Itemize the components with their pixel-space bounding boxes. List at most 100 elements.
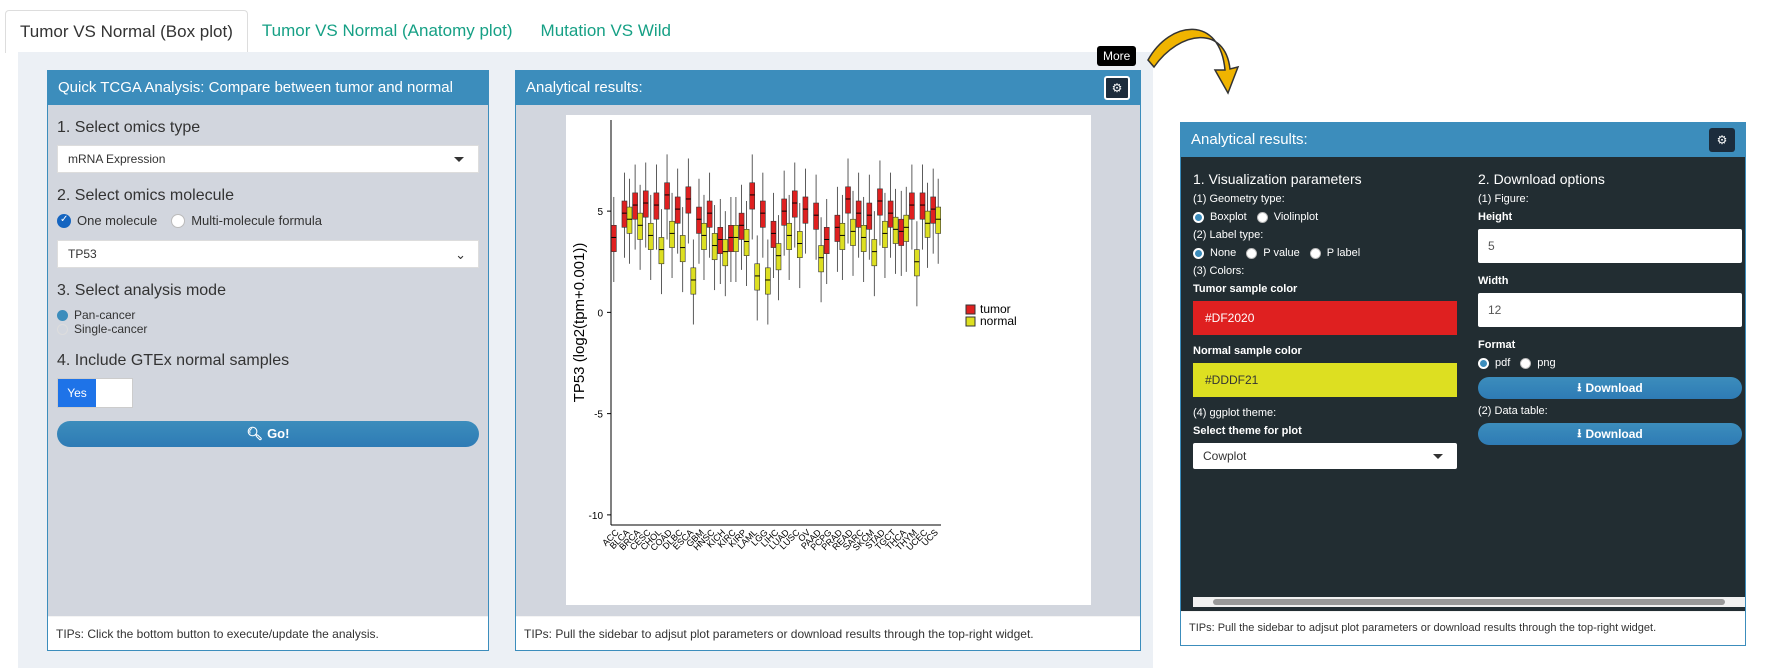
radio-label: pdf xyxy=(1495,357,1511,369)
radio-one-molecule[interactable]: One molecule xyxy=(57,213,157,228)
box-normal xyxy=(860,225,867,252)
gear-icon[interactable]: ⚙ xyxy=(1709,128,1735,152)
radio-label: Violinplot xyxy=(1273,211,1319,223)
results-tip: TIPs: Pull the sidebar to adjsut plot pa… xyxy=(1181,611,1745,645)
tab-mutation[interactable]: Mutation VS Wild xyxy=(527,10,685,53)
box-normal xyxy=(871,239,878,267)
tab-bar: Tumor VS Normal (Box plot) Tumor VS Norm… xyxy=(5,10,685,53)
radio-label: P value xyxy=(1263,247,1300,259)
box-normal xyxy=(669,220,675,248)
input-panel: Quick TCGA Analysis: Compare between tum… xyxy=(47,70,489,651)
box-normal xyxy=(839,222,846,250)
theme-select[interactable]: Cowplot xyxy=(1193,443,1457,469)
radio-single-cancer[interactable]: Single-cancer xyxy=(57,322,147,336)
box-tumor xyxy=(664,182,670,210)
radio-pan-cancer[interactable]: Pan-cancer xyxy=(57,308,135,322)
scrollbar-thumb[interactable] xyxy=(1213,599,1725,605)
normal-color-label: Normal sample color xyxy=(1193,345,1302,357)
box-normal xyxy=(679,235,686,263)
search-icon: 🔍︎ xyxy=(246,425,264,441)
box-tumor xyxy=(887,200,894,228)
box-normal xyxy=(637,212,643,240)
download-figure-button[interactable]: ⭳ Download xyxy=(1478,377,1742,399)
box-tumor xyxy=(919,192,926,220)
go-button[interactable]: 🔍︎ Go! xyxy=(57,420,479,447)
gear-icon[interactable]: ⚙ xyxy=(1104,76,1130,100)
horizontal-scrollbar[interactable] xyxy=(1193,597,1745,607)
box-normal xyxy=(701,222,707,250)
radio-unchecked-icon xyxy=(57,323,68,335)
radio-label: None xyxy=(1210,247,1237,259)
tab-anatomy-plot[interactable]: Tumor VS Normal (Anatomy plot) xyxy=(248,10,527,53)
radio-label: One molecule xyxy=(77,213,158,228)
radio-unchecked-icon xyxy=(1256,211,1268,223)
box-tumor xyxy=(845,186,851,214)
more-tooltip: More xyxy=(1097,46,1137,66)
download-table-button[interactable]: ⭳ Download xyxy=(1478,423,1742,445)
theme-value: Cowplot xyxy=(1203,449,1247,463)
box-plot-svg: 50-5-10TP53 (log2(tpm+0.001))ACCBLCABRCA… xyxy=(571,120,1017,553)
tab-box-plot[interactable]: Tumor VS Normal (Box plot) xyxy=(5,10,248,53)
y-tick-label: 5 xyxy=(597,207,603,218)
radio-checked-icon xyxy=(57,213,71,228)
radio-pvalue[interactable]: P value xyxy=(1246,247,1300,259)
box-normal xyxy=(690,267,697,295)
radio-label: Multi-molecule formula xyxy=(191,213,322,228)
vis-params-heading: 1. Visualization parameters xyxy=(1193,171,1362,187)
legend-label: normal xyxy=(980,314,1017,328)
box-tumor xyxy=(802,196,809,224)
width-input[interactable]: 12 xyxy=(1478,293,1742,327)
radio-boxplot[interactable]: Boxplot xyxy=(1193,211,1247,223)
box-tumor xyxy=(791,190,798,218)
box-tumor xyxy=(674,196,681,224)
download-icon: ⭳ xyxy=(1577,379,1582,394)
radio-label: png xyxy=(1537,357,1556,369)
box-normal xyxy=(892,216,899,244)
input-panel-tip: TIPs: Click the bottom button to execute… xyxy=(48,616,488,650)
normal-color-input[interactable]: #DDDF21 xyxy=(1193,363,1457,397)
box-normal xyxy=(818,245,824,273)
height-input[interactable]: 5 xyxy=(1478,229,1742,263)
results-tip: TIPs: Pull the sidebar to adjsut plot pa… xyxy=(516,616,1140,650)
box-tumor xyxy=(898,218,905,246)
box-tumor xyxy=(653,192,660,220)
results-panel: Analytical results: ⚙ 5 0 -5 -10 TP53 (log2(t… xyxy=(515,70,1141,651)
radio-png[interactable]: png xyxy=(1520,357,1556,369)
download-icon: ⭳ xyxy=(1577,425,1582,440)
caret-down-icon xyxy=(454,157,464,162)
box-tumor xyxy=(855,200,862,228)
radio-unchecked-icon xyxy=(1246,247,1258,259)
box-tumor xyxy=(770,220,777,248)
tumor-color-input[interactable]: #DF2020 xyxy=(1193,301,1457,335)
y-axis-label: TP53 (log2(tpm+0.001)) xyxy=(571,243,588,403)
radio-pdf[interactable]: pdf xyxy=(1478,357,1510,369)
box-tumor xyxy=(685,186,692,214)
radio-multi-molecule[interactable]: Multi-molecule formula xyxy=(171,213,322,228)
box-tumor xyxy=(717,227,724,254)
box-normal xyxy=(935,206,941,234)
box-tumor xyxy=(781,198,787,226)
box-normal xyxy=(796,231,803,259)
gtex-label: 4. Include GTEx normal samples xyxy=(57,351,290,369)
box-normal xyxy=(924,210,931,238)
box-normal xyxy=(711,233,718,261)
box-normal xyxy=(647,222,654,250)
molecule-select[interactable]: TP53 ⌄ xyxy=(57,240,479,268)
results-panel-expanded: Analytical results: ⚙ 1. Visualization pa… xyxy=(1180,122,1746,646)
legend-swatch xyxy=(965,316,976,327)
box-tumor xyxy=(621,200,628,228)
box-normal xyxy=(722,239,729,267)
radio-none[interactable]: None xyxy=(1193,247,1236,259)
radio-plabel[interactable]: P label xyxy=(1309,247,1360,259)
results-title: Analytical results: xyxy=(1191,131,1308,148)
gtex-toggle[interactable]: Yes xyxy=(57,377,133,408)
width-label: Width xyxy=(1478,275,1509,287)
omics-type-select[interactable]: mRNA Expression xyxy=(57,145,479,173)
legend-swatch xyxy=(965,304,976,315)
format-label: Format xyxy=(1478,339,1516,351)
radio-violinplot[interactable]: Violinplot xyxy=(1256,211,1319,223)
download-label: Download xyxy=(1585,427,1643,441)
download-label: Download xyxy=(1585,381,1643,395)
radio-label: Pan-cancer xyxy=(74,308,136,322)
y-tick-label: -5 xyxy=(594,410,603,421)
